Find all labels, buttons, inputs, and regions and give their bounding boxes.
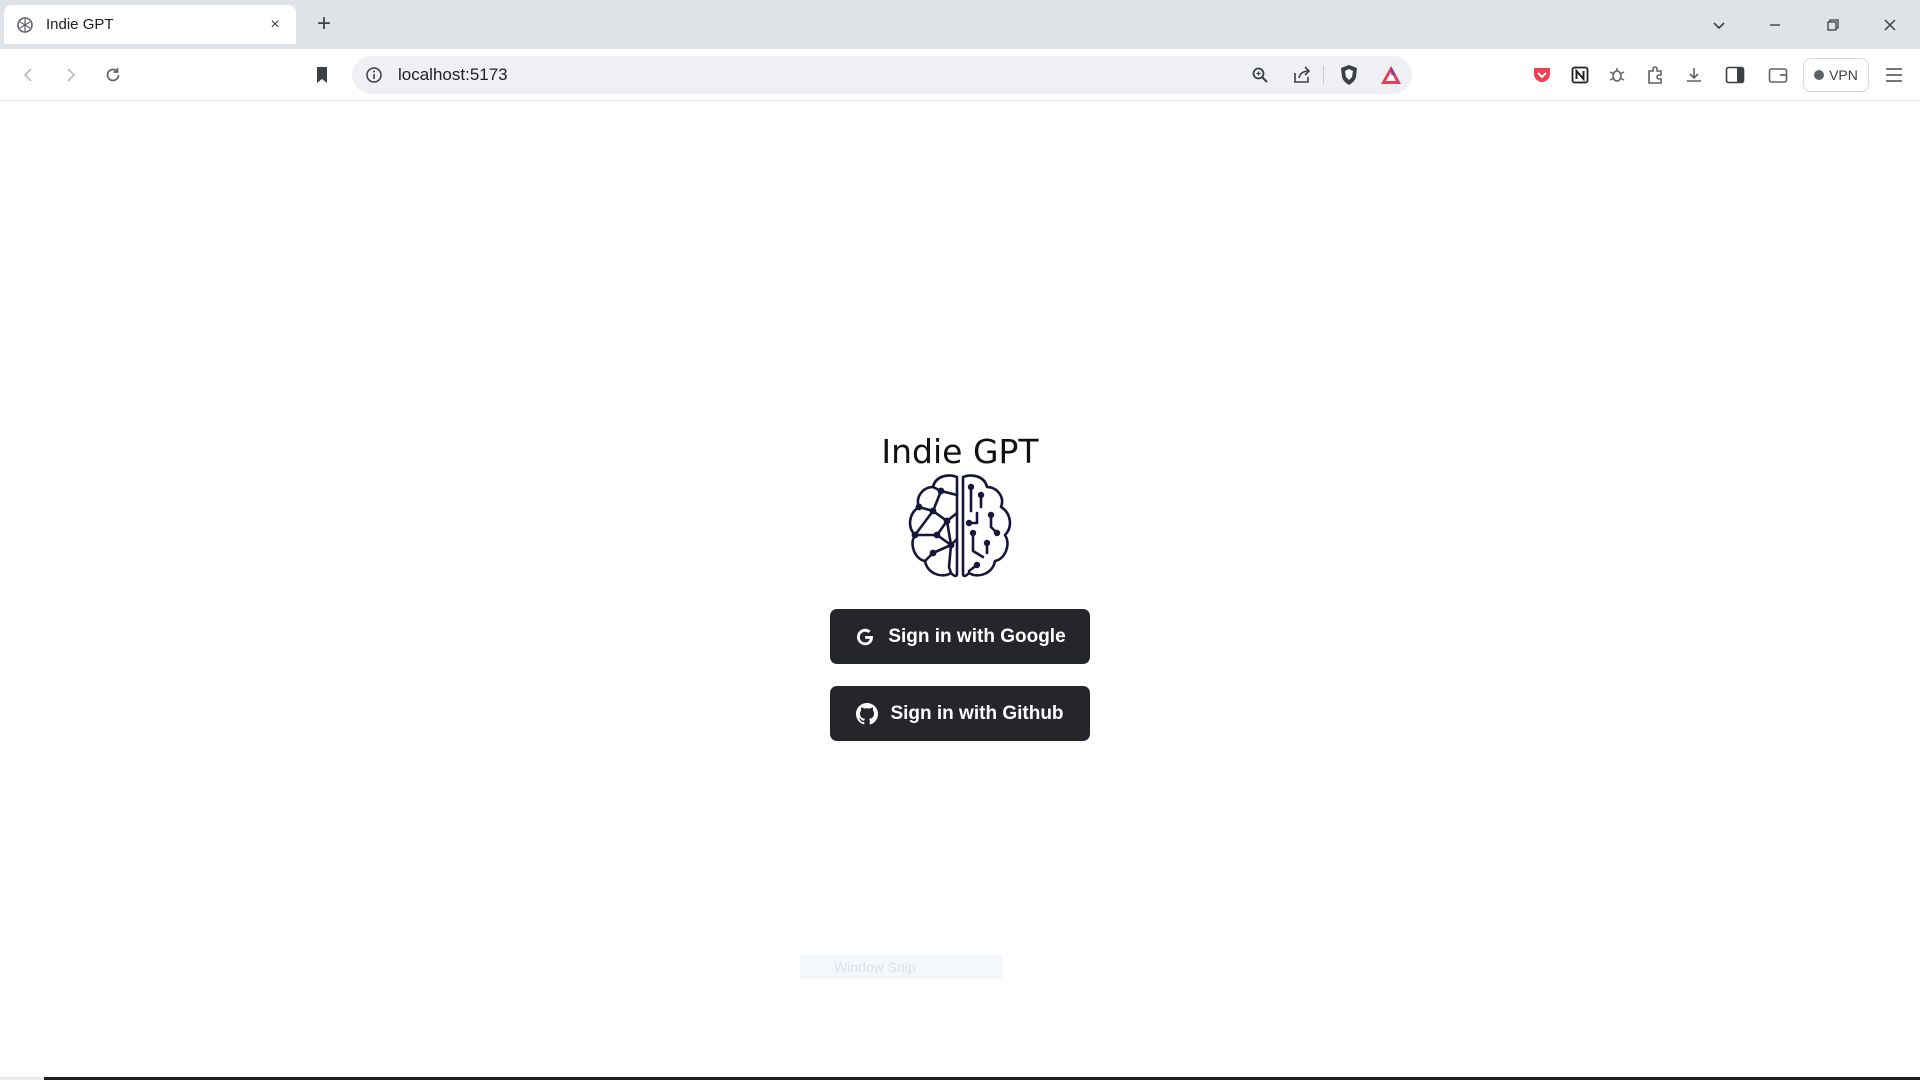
reload-icon[interactable] (99, 61, 127, 89)
vpn-label: VPN (1829, 67, 1858, 83)
brain-favicon-icon (14, 14, 36, 36)
menu-hamburger-icon[interactable] (1880, 61, 1908, 89)
notion-icon[interactable] (1566, 61, 1594, 89)
wallet-icon[interactable] (1764, 61, 1792, 89)
restore-icon[interactable] (1818, 10, 1848, 40)
close-tab-icon[interactable]: × (264, 14, 286, 36)
toolbar-divider (1323, 66, 1324, 84)
google-button-label: Sign in with Google (888, 625, 1066, 647)
url-text[interactable]: localhost:5173 (398, 65, 508, 85)
github-button-label: Sign in with Github (890, 702, 1064, 724)
downloads-icon[interactable] (1680, 61, 1708, 89)
brave-shields-icon[interactable] (1337, 63, 1361, 87)
tab-strip: Indie GPT × + (0, 0, 1920, 49)
brain-circuit-logo (908, 474, 1012, 578)
close-window-icon[interactable] (1875, 10, 1905, 40)
site-info-icon[interactable] (362, 63, 386, 87)
brave-rewards-icon[interactable] (1379, 63, 1403, 87)
tab-title: Indie GPT (46, 16, 114, 33)
new-tab-button[interactable]: + (312, 12, 336, 36)
extensions-puzzle-icon[interactable] (1641, 61, 1669, 89)
tab-indie-gpt[interactable]: Indie GPT × (4, 5, 296, 44)
sidebar-icon[interactable] (1721, 61, 1749, 89)
back-arrow-icon[interactable] (15, 61, 43, 89)
tab-search-chevron-icon[interactable] (1704, 10, 1734, 40)
app-title: Indie GPT (881, 432, 1039, 471)
vpn-status-icon (1814, 70, 1825, 80)
share-icon[interactable] (1290, 63, 1314, 87)
zoom-icon[interactable] (1248, 63, 1272, 87)
address-bar[interactable]: localhost:5173 (352, 56, 1412, 94)
forward-arrow-icon[interactable] (56, 61, 84, 89)
bug-extension-icon[interactable] (1603, 61, 1631, 89)
bookmark-icon[interactable] (308, 61, 336, 89)
github-icon (856, 702, 879, 725)
google-icon (854, 626, 876, 648)
vpn-button[interactable]: VPN (1803, 58, 1869, 92)
window-snip-overlay: Window Snip (800, 955, 1002, 979)
minimize-icon[interactable] (1760, 10, 1790, 40)
sign-in-google-button[interactable]: Sign in with Google (830, 609, 1090, 664)
pocket-icon[interactable] (1528, 61, 1556, 89)
browser-toolbar: localhost:5173 VPN (0, 49, 1920, 101)
sign-in-github-button[interactable]: Sign in with Github (830, 686, 1090, 741)
login-page: Indie GPT Sign in with Google Sign in wi… (0, 102, 1920, 1080)
